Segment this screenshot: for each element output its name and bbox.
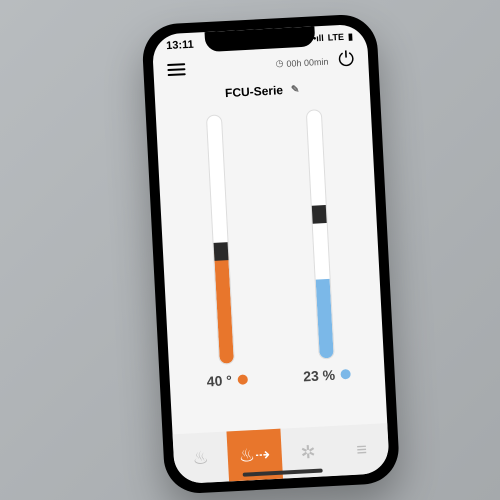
- humidity-slider: 58 % 23 %: [283, 108, 358, 399]
- humidity-dot-icon: [340, 369, 351, 380]
- temperature-target-badge: 65 °: [205, 241, 209, 265]
- network-label: LTE: [327, 32, 344, 43]
- clock-icon: ◷: [275, 58, 283, 69]
- humidity-fill: [315, 279, 333, 359]
- humidity-current: 23 %: [302, 366, 351, 384]
- temperature-ticks: [205, 116, 217, 364]
- sliders-area: 65 ° 40 ° 58 % 23 %: [155, 99, 385, 410]
- phone-frame: 13:11 •ıll LTE ▮ ◷ 00h 00min ⏻ FCU-Serie…: [141, 13, 400, 495]
- temperature-slider: 65 ° 40 °: [183, 113, 258, 404]
- mode-settings[interactable]: ≡: [333, 423, 389, 476]
- edit-icon[interactable]: ✎: [290, 84, 299, 95]
- temperature-current-value: 40 °: [206, 372, 232, 389]
- status-time: 13:11: [165, 39, 193, 52]
- humidity-track[interactable]: 58 %: [305, 109, 334, 359]
- settings-icon: ≡: [355, 439, 367, 461]
- temperature-handle[interactable]: [207, 242, 234, 261]
- humidity-ticks: [305, 111, 317, 359]
- status-right: •ıll LTE ▮: [312, 31, 352, 44]
- temperature-fill: [213, 252, 233, 364]
- humidity-target-badge: 58 %: [305, 203, 309, 227]
- heat-fan-icon: ♨⇢: [238, 444, 270, 467]
- mode-bar: ♨ ♨⇢ ✲ ≡: [172, 423, 389, 484]
- humidity-current-value: 23 %: [302, 367, 335, 385]
- battery-icon: ▮: [347, 31, 353, 42]
- screen: 13:11 •ıll LTE ▮ ◷ 00h 00min ⏻ FCU-Serie…: [151, 24, 389, 485]
- timer-value: 00h 00min: [286, 56, 328, 68]
- temperature-dot-icon: [237, 374, 248, 385]
- timer-display: ◷ 00h 00min: [275, 56, 328, 70]
- humidity-handle[interactable]: [305, 205, 332, 224]
- temperature-current: 40 °: [206, 371, 248, 389]
- heat-icon: ♨: [192, 447, 209, 469]
- temperature-track[interactable]: 65 °: [205, 114, 234, 364]
- menu-button[interactable]: [167, 63, 186, 76]
- page-title: FCU-Serie: [224, 83, 283, 100]
- power-button[interactable]: ⏻: [337, 48, 354, 72]
- fan-icon: ✲: [299, 441, 315, 463]
- mode-heat[interactable]: ♨: [172, 432, 228, 485]
